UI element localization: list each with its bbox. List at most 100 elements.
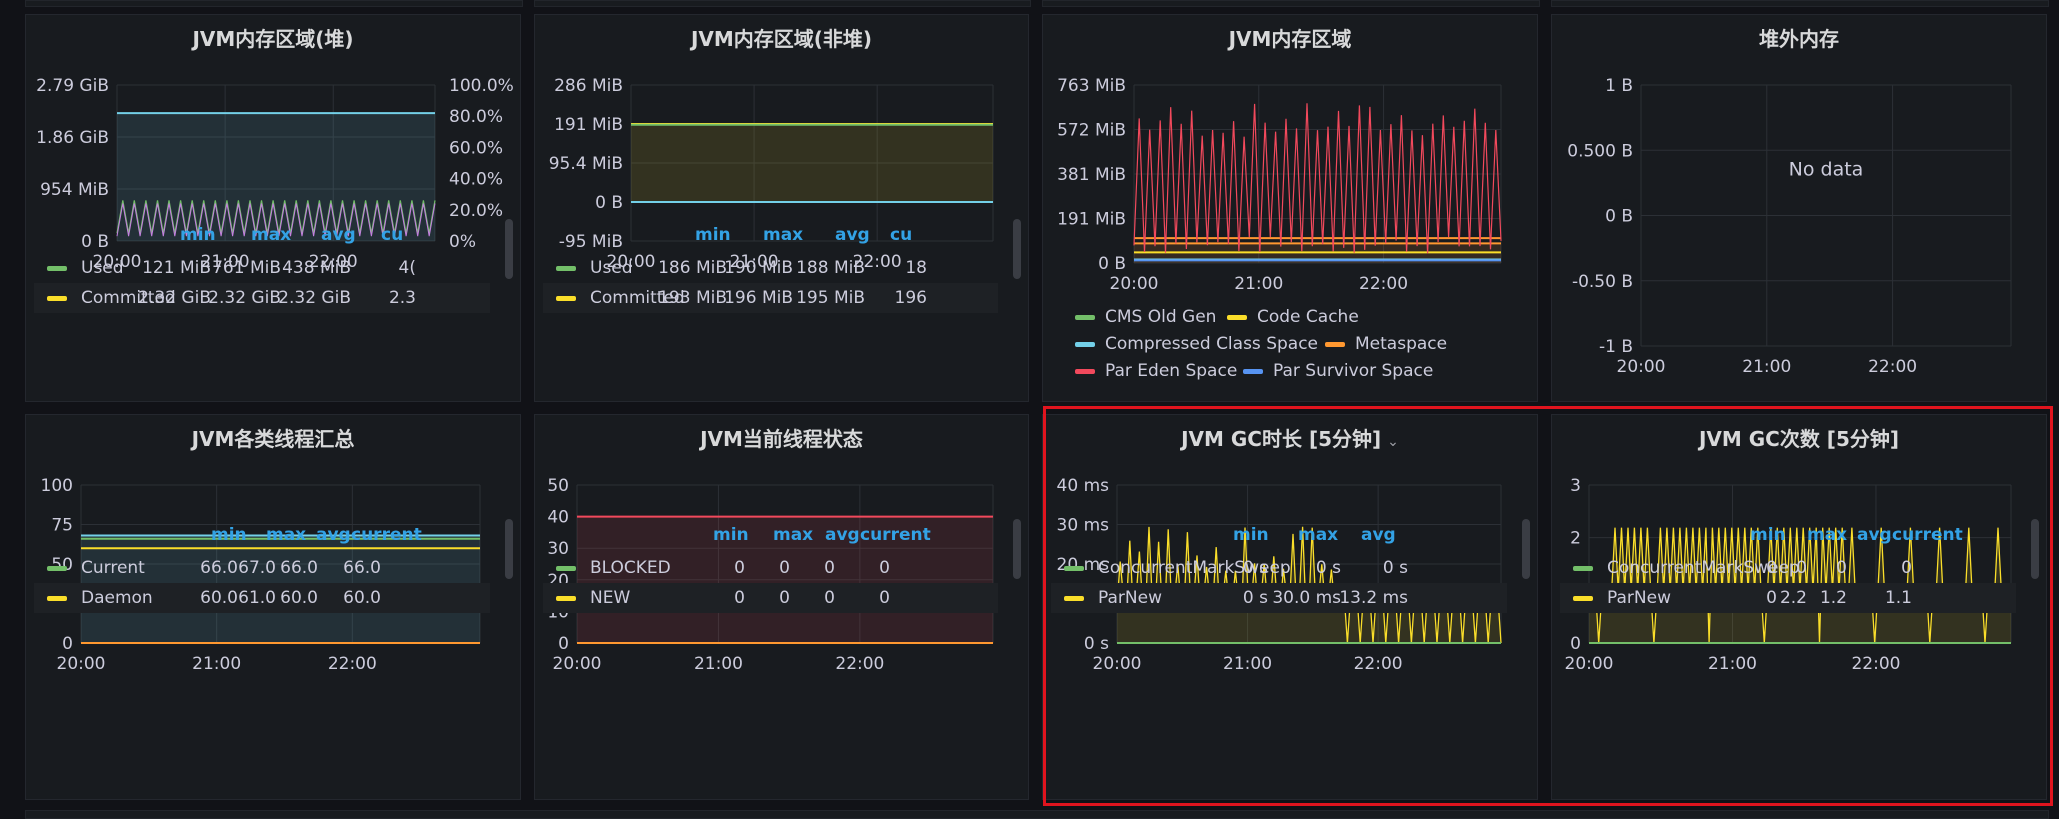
- series-eden-line: [1133, 103, 1502, 254]
- legend-row[interactable]: ParNew 0 2.2 1.2 1.1: [1560, 583, 2016, 613]
- legend-row[interactable]: NEW 0 0 0 0: [543, 583, 998, 613]
- legend-value: 60.0: [343, 588, 381, 608]
- legend-header-avg[interactable]: avg: [825, 525, 860, 545]
- chart-svg[interactable]: 286 MiB191 MiB95.4 MiB0 B-95 MiB20:00 21:…: [535, 15, 1030, 403]
- legend-header-min[interactable]: min: [211, 525, 247, 545]
- legend-row[interactable]: ConcurrentMarkSweep 0 0 0 0: [1560, 553, 2016, 583]
- legend-swatch: [47, 566, 67, 571]
- y-tick-label: 191 MiB: [554, 115, 623, 135]
- legend-header-max[interactable]: max: [266, 525, 306, 545]
- legend-header-min[interactable]: min: [695, 225, 731, 245]
- legend-value: 186 MiB: [658, 258, 727, 278]
- legend-header-max[interactable]: max: [251, 225, 291, 245]
- y-tick-label: 30 ms: [1057, 516, 1110, 536]
- legend-series-name[interactable]: Used: [81, 253, 124, 283]
- y-tick-label: 50: [547, 476, 569, 496]
- y-tick-label: 100: [41, 476, 73, 496]
- legend-header-avg[interactable]: avg: [1857, 525, 1892, 545]
- legend-scrollbar[interactable]: [1013, 519, 1021, 579]
- legend-item[interactable]: Metaspace: [1325, 334, 1447, 354]
- legend-series-name[interactable]: Used: [590, 253, 633, 283]
- legend-swatch: [1573, 566, 1593, 571]
- legend-header-avg[interactable]: avg: [316, 525, 351, 545]
- legend-swatch: [556, 266, 576, 271]
- legend-row[interactable]: ConcurrentMarkSweep 0 s0 s0 s: [1051, 553, 1507, 583]
- legend-header-cu[interactable]: cu: [381, 225, 403, 245]
- legend-series-name[interactable]: NEW: [590, 583, 630, 613]
- y-tick-label: 0 B: [81, 232, 109, 252]
- legend-series-name: Code Cache: [1257, 307, 1359, 327]
- x-tick-label: 20:00: [553, 654, 602, 674]
- legend-series-name: Par Eden Space: [1105, 361, 1238, 381]
- legend-value: 2.2: [1779, 588, 1807, 608]
- legend-header-current[interactable]: current: [351, 525, 422, 545]
- legend-row[interactable]: Daemon 60.0 61.0 60.0 60.0: [34, 583, 490, 613]
- legend-header-avg[interactable]: avg: [835, 225, 870, 245]
- chart-svg[interactable]: 2.79 GiB 1.86 GiB 954 MiB 0 B 100.0% 80.0% 60.…: [26, 15, 522, 403]
- legend-header-max[interactable]: max: [1807, 525, 1847, 545]
- legend-row[interactable]: Current 66.0 67.0 66.0 66.0: [34, 553, 490, 583]
- legend-value: 0: [779, 588, 790, 608]
- legend-row[interactable]: Used 186 MiB 190 MiB 188 MiB 18: [543, 253, 998, 283]
- x-tick-label: 21:00: [1708, 654, 1757, 674]
- legend-header-current[interactable]: current: [1892, 525, 1963, 545]
- legend-value: 30.0 ms: [1272, 588, 1341, 608]
- legend-item[interactable]: Compressed Class Space: [1075, 334, 1318, 354]
- top-strip-2: [534, 0, 1031, 7]
- legend-row[interactable]: Committed 2.32 GiB 2.32 GiB 2.32 GiB 2.3: [34, 283, 490, 313]
- x-tick-label: 21:00: [192, 654, 241, 674]
- y-tick-label: 572 MiB: [1057, 121, 1126, 141]
- legend-scrollbar[interactable]: [1013, 219, 1021, 279]
- legend-item[interactable]: Code Cache: [1227, 307, 1359, 327]
- x-tick-label: 22:00: [1851, 654, 1900, 674]
- y2-tick-label: 80.0%: [449, 107, 503, 127]
- legend-value: 60.0: [280, 588, 318, 608]
- y-tick-label: -95 MiB: [559, 232, 623, 252]
- legend-row[interactable]: ParNew 0 s 30.0 ms 13.2 ms: [1051, 583, 1507, 613]
- legend-series-name[interactable]: BLOCKED: [590, 553, 671, 583]
- legend-swatch: [47, 266, 67, 271]
- chart-svg[interactable]: 1 B 0.500 B 0 B -0.50 B -1 B20:00 21:00 22:00 N…: [1552, 15, 2048, 403]
- legend-series-name[interactable]: ParNew: [1098, 583, 1162, 613]
- legend-scrollbar[interactable]: [505, 519, 513, 579]
- legend-header-min[interactable]: min: [713, 525, 749, 545]
- legend-value: 0: [879, 588, 890, 608]
- legend-series-name[interactable]: Current: [81, 553, 145, 583]
- legend-value: 66.0: [280, 558, 318, 578]
- y-tick-label: -1 B: [1599, 337, 1633, 357]
- legend-scrollbar[interactable]: [2031, 519, 2039, 579]
- legend-header-min[interactable]: min: [180, 225, 216, 245]
- legend-value: 0: [779, 558, 790, 578]
- legend-scrollbar[interactable]: [505, 219, 513, 279]
- legend-row[interactable]: Committed 193 MiB 196 MiB 195 MiB 196: [543, 283, 998, 313]
- legend-swatch: [1227, 314, 1247, 320]
- legend-scrollbar[interactable]: [1522, 519, 1530, 579]
- legend-row[interactable]: BLOCKED 0 0 0 0: [543, 553, 998, 583]
- legend-value: 1.1: [1884, 588, 1912, 608]
- legend-value: 193 MiB: [658, 288, 727, 308]
- top-strip-3: [1042, 0, 1540, 7]
- legend-header-avg[interactable]: avg: [321, 225, 356, 245]
- legend-header-min[interactable]: min: [1233, 525, 1269, 545]
- legend-value: 66.0: [200, 558, 238, 578]
- legend-header-cu[interactable]: cu: [890, 225, 912, 245]
- legend-series-name[interactable]: ParNew: [1607, 583, 1671, 613]
- legend-header-min[interactable]: min: [1750, 525, 1786, 545]
- legend-item[interactable]: Par Survivor Space: [1243, 361, 1433, 381]
- legend-header-current[interactable]: current: [860, 525, 931, 545]
- legend-item[interactable]: Par Eden Space: [1075, 361, 1237, 381]
- legend-header-max[interactable]: max: [1298, 525, 1338, 545]
- x-tick-label: 22:00: [835, 654, 884, 674]
- legend-value: 0: [1766, 558, 1777, 578]
- legend-series-name: Par Survivor Space: [1273, 361, 1434, 381]
- legend-series-name[interactable]: Daemon: [81, 583, 153, 613]
- legend-header-max[interactable]: max: [773, 525, 813, 545]
- legend-series-name: CMS Old Gen: [1105, 307, 1217, 327]
- x-tick-label: 21:00: [1742, 357, 1791, 377]
- legend-row[interactable]: Used 121 MiB 761 MiB 438 MiB 4(: [34, 253, 490, 283]
- legend-header-max[interactable]: max: [763, 225, 803, 245]
- y-tick-label: 191 MiB: [1057, 210, 1126, 230]
- legend-header-avg[interactable]: avg: [1361, 525, 1396, 545]
- legend-item[interactable]: CMS Old Gen: [1075, 307, 1216, 327]
- legend-value: 0: [734, 588, 745, 608]
